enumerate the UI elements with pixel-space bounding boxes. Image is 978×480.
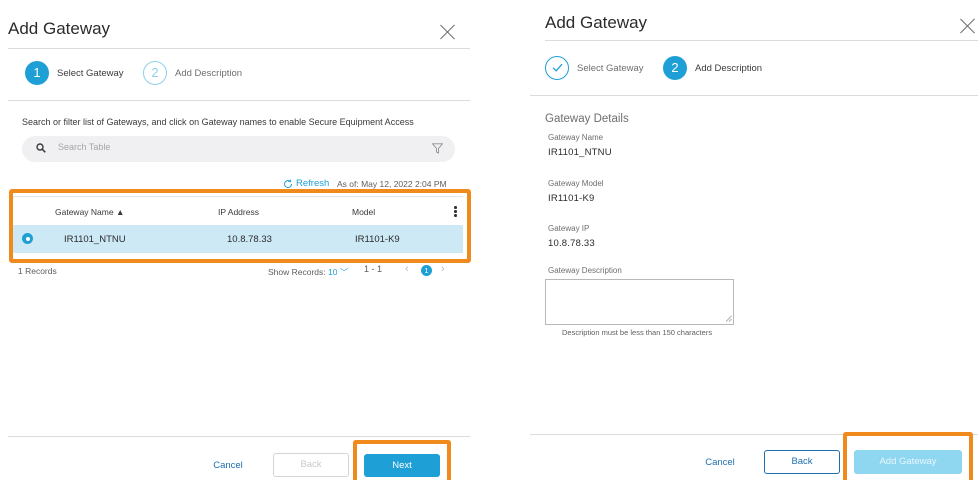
gateway-name-label: Gateway Name xyxy=(548,133,604,142)
checkmark-icon xyxy=(552,63,562,72)
chevron-left-icon[interactable]: ‹ xyxy=(405,263,409,275)
step-2-label: Add Description xyxy=(695,63,763,74)
gateway-description-label: Gateway Description xyxy=(548,266,622,275)
search-input[interactable] xyxy=(58,142,358,152)
gateway-ip-value: 10.8.78.33 xyxy=(548,238,595,249)
resize-grip-icon[interactable] xyxy=(725,315,732,322)
close-icon[interactable] xyxy=(440,24,456,40)
gateway-name-value: IR1101_NTNU xyxy=(548,147,612,158)
show-records-control[interactable]: Show Records: 10 ﹀ xyxy=(268,266,348,278)
records-count: 1 Records xyxy=(18,266,57,276)
gateway-model-value: IR1101-K9 xyxy=(548,193,595,204)
last-updated-text: As of: May 12, 2022 2:04 PM xyxy=(337,179,447,189)
refresh-icon xyxy=(284,179,293,188)
dialog-title: Add Gateway xyxy=(8,19,111,38)
divider xyxy=(530,95,978,96)
description-hint: Description must be less than 150 charac… xyxy=(562,328,713,337)
close-icon[interactable] xyxy=(960,18,976,34)
add-gateway-dialog-step2: Add Gateway Select Gateway 2 Add Descrip… xyxy=(530,0,978,480)
search-bar[interactable] xyxy=(22,136,455,162)
section-title: Gateway Details xyxy=(545,113,629,125)
page-range: 1 - 1 xyxy=(364,264,383,274)
step-1-label: Select Gateway xyxy=(57,68,124,79)
add-gateway-button[interactable]: Add Gateway xyxy=(854,450,962,474)
instruction-text: Search or filter list of Gateways, and c… xyxy=(22,117,414,127)
step-1-indicator: 1 xyxy=(25,61,49,85)
dialog-title: Add Gateway xyxy=(545,13,648,32)
divider xyxy=(8,436,470,437)
cancel-button[interactable]: Cancel xyxy=(695,452,745,474)
refresh-link[interactable]: Refresh xyxy=(283,178,329,189)
add-gateway-dialog-step1: Add Gateway 1 Select Gateway 2 Add Descr… xyxy=(0,0,471,480)
step-2-indicator: 2 xyxy=(143,61,167,85)
table-highlight-annotation xyxy=(9,189,471,263)
step-1-complete-indicator xyxy=(545,56,569,80)
cancel-button[interactable]: Cancel xyxy=(203,455,253,477)
chevron-down-icon[interactable]: ﹀ xyxy=(340,267,349,277)
gateway-model-label: Gateway Model xyxy=(548,179,604,188)
chevron-right-icon[interactable]: › xyxy=(441,263,445,275)
divider xyxy=(545,40,978,41)
search-icon xyxy=(36,143,46,153)
show-records-value[interactable]: 10 xyxy=(328,267,337,277)
back-button[interactable]: Back xyxy=(764,450,840,474)
next-button[interactable]: Next xyxy=(364,454,440,477)
step-2-indicator: 2 xyxy=(663,56,687,80)
step-2-label: Add Description xyxy=(175,68,243,79)
gateway-description-field[interactable] xyxy=(545,279,734,325)
gateway-ip-label: Gateway IP xyxy=(548,224,590,233)
step-1-label: Select Gateway xyxy=(577,63,644,74)
page-1-button[interactable]: 1 xyxy=(421,265,432,276)
show-records-label: Show Records: xyxy=(268,267,326,277)
filter-icon[interactable] xyxy=(432,143,443,154)
divider xyxy=(8,100,470,101)
divider xyxy=(8,48,470,49)
back-button[interactable]: Back xyxy=(273,453,349,477)
refresh-label: Refresh xyxy=(296,178,330,189)
